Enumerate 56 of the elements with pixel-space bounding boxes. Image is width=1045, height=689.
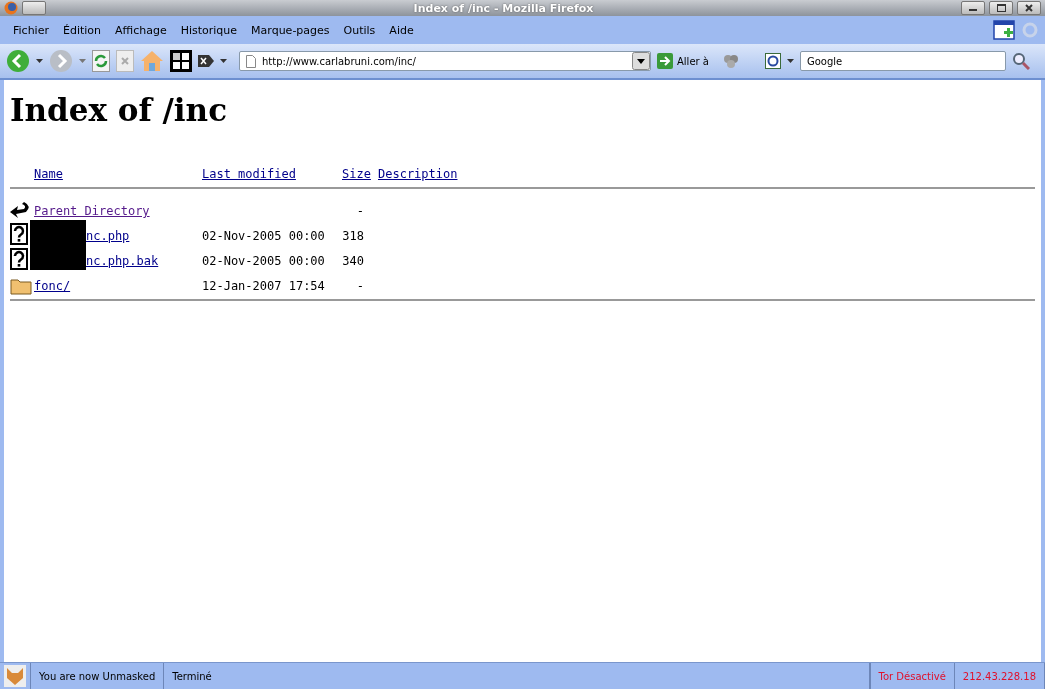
file-link[interactable]: nc.php	[86, 229, 130, 245]
close-icon	[1025, 4, 1033, 12]
mask-status: You are now Unmasked	[30, 663, 165, 689]
back-button[interactable]	[6, 49, 30, 73]
unknown-file-icon	[10, 223, 28, 245]
reload-button[interactable]	[92, 50, 110, 72]
page-heading: Index of /inc	[10, 92, 229, 128]
load-status: Terminé	[164, 663, 870, 689]
menu-item[interactable]: Affichage	[108, 23, 174, 37]
caret-icon[interactable]	[786, 59, 794, 63]
menu-item[interactable]: Outils	[336, 23, 383, 37]
file-link[interactable]: fonc/	[34, 279, 71, 295]
go-button[interactable]: Aller à	[677, 55, 709, 67]
tag-button[interactable]	[198, 55, 214, 67]
gear-icon	[1021, 21, 1039, 39]
firefox-logo-icon	[4, 1, 18, 15]
modified-date: 02-Nov-2005 00:00	[202, 254, 326, 270]
search-engine-icon[interactable]	[764, 53, 781, 69]
menu-item[interactable]: Marque-pages	[244, 23, 337, 37]
search-icon[interactable]	[1011, 52, 1030, 70]
menu-item[interactable]: Fichier	[6, 23, 56, 37]
fox-icon	[4, 665, 26, 687]
dropdown-button[interactable]	[632, 52, 650, 70]
column-header-link[interactable]: Last modified	[202, 167, 296, 183]
column-header-link[interactable]: Description	[378, 167, 458, 183]
window-menu-button[interactable]	[22, 1, 46, 15]
file-size: -	[355, 279, 365, 295]
file-link[interactable]: nc.php.bak	[86, 254, 159, 270]
menu-item[interactable]: Édition	[55, 23, 108, 37]
search-field[interactable]: Google	[799, 51, 1006, 71]
close-button[interactable]	[1017, 1, 1041, 15]
onion-icon[interactable]	[722, 54, 739, 68]
column-header-link[interactable]: Name	[34, 167, 63, 183]
file-size: 318	[342, 229, 365, 245]
menu-item[interactable]: Historique	[173, 23, 245, 37]
new-window-icon[interactable]	[993, 20, 1015, 40]
file-size: 340	[342, 254, 365, 270]
maximize-button[interactable]	[989, 1, 1013, 15]
minimize-button[interactable]	[961, 1, 985, 15]
folder-icon	[10, 277, 32, 295]
caret-icon[interactable]	[220, 59, 227, 63]
url-field[interactable]: http://www.carlabruni.com/inc/	[239, 51, 651, 71]
unknown-file-icon	[10, 248, 28, 270]
modified-date: 02-Nov-2005 00:00	[202, 229, 326, 245]
go-arrow-icon[interactable]	[657, 53, 673, 69]
grid-button[interactable]	[170, 50, 192, 72]
menu-item[interactable]: Aide	[382, 23, 421, 37]
page-icon	[246, 54, 256, 68]
window-title: Index of /inc - Mozilla Firefox	[412, 1, 595, 15]
column-header-link[interactable]: Size	[342, 167, 371, 183]
file-size: -	[355, 204, 365, 220]
file-link[interactable]: Parent Directory	[34, 204, 150, 220]
maximize-icon	[996, 4, 1006, 12]
ip-address: 212.43.228.18	[954, 663, 1045, 689]
caret-icon[interactable]	[36, 59, 43, 63]
modified-date: 12-Jan-2007 17:54	[202, 279, 326, 295]
